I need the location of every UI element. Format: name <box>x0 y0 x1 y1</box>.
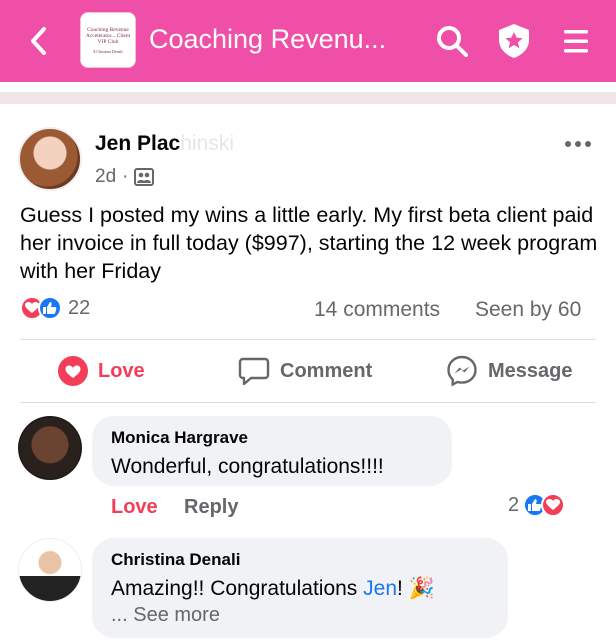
comment-bubble[interactable]: Christina Denali Amazing!! Congratulatio… <box>92 538 508 638</box>
post-time[interactable]: 2d <box>95 166 116 188</box>
menu-icon <box>564 30 588 53</box>
group-title[interactable]: Coaching Revenu... <box>149 24 386 55</box>
top-bar: Coaching Revenue Accelerator... Client V… <box>0 0 616 82</box>
actions-bottom-divider <box>20 402 596 403</box>
comment-text: Wonderful, congratulations!!!! <box>111 455 384 478</box>
messenger-icon <box>447 355 477 387</box>
more-dots-icon <box>565 141 591 147</box>
post-meta: 2d · <box>95 166 155 188</box>
like-reaction-icon <box>38 296 62 320</box>
post-reactions[interactable]: 22 <box>20 296 90 320</box>
more-options-button[interactable] <box>563 128 597 156</box>
comment-love-button[interactable]: Love <box>111 496 158 519</box>
actions-top-divider <box>20 339 596 340</box>
group-thumbnail[interactable]: Coaching Revenue Accelerator... Client V… <box>80 12 136 68</box>
author-avatar[interactable] <box>18 127 82 191</box>
commenter-name[interactable]: Monica Hargrave <box>111 428 248 448</box>
comment-button[interactable]: Comment <box>238 354 372 388</box>
commenter-name[interactable]: Christina Denali <box>111 550 240 570</box>
reaction-count: 22 <box>68 296 91 319</box>
heart-filled-icon <box>58 356 88 386</box>
mention-link[interactable]: Jen <box>363 577 397 600</box>
comment-bubble[interactable]: Monica Hargrave Wonderful, congratulatio… <box>92 416 452 486</box>
comment-reply-button[interactable]: Reply <box>184 496 238 519</box>
author-name-faded: hinski <box>180 132 234 155</box>
back-button[interactable] <box>24 25 52 57</box>
comment-text: Amazing!! Congratulations Jen! 🎉 <box>111 575 435 603</box>
group-audience-icon <box>134 168 155 186</box>
group-thumbnail-title: Coaching Revenue Accelerator... Client V… <box>85 26 131 45</box>
comment-bubble-icon <box>238 357 270 386</box>
author-name: Jen Plac <box>95 132 181 155</box>
see-more-link[interactable]: ... See more <box>111 604 220 627</box>
search-button[interactable] <box>434 23 470 59</box>
search-icon <box>437 26 468 57</box>
menu-button[interactable] <box>558 23 594 59</box>
group-thumbnail-owner: $ Christina Denali <box>93 48 123 54</box>
chevron-left-icon <box>31 27 46 55</box>
comment-text-start: Amazing!! Congratulations <box>111 577 364 600</box>
love-button[interactable]: Love <box>58 354 145 388</box>
commenter-avatar[interactable] <box>18 416 82 480</box>
section-divider <box>0 92 616 104</box>
comment-label: Comment <box>280 359 373 382</box>
shield-star-icon <box>499 24 529 58</box>
meta-separator: · <box>122 166 129 187</box>
comment-count[interactable]: 14 comments <box>314 298 440 322</box>
comment-text-end: ! 🎉 <box>397 577 435 600</box>
comment-reactions[interactable]: 2 <box>508 493 566 517</box>
message-label: Message <box>488 359 573 382</box>
message-button[interactable]: Message <box>446 354 573 388</box>
admin-shield-button[interactable] <box>496 23 532 59</box>
seen-by-count[interactable]: Seen by 60 <box>475 298 581 322</box>
post-text: Guess I posted my wins a little early. M… <box>20 203 598 283</box>
comment-reaction-count: 2 <box>508 493 520 516</box>
commenter-avatar[interactable] <box>18 538 82 602</box>
heart-reaction-icon <box>541 493 566 517</box>
love-label: Love <box>98 359 145 382</box>
post-author[interactable]: Jen Plachinski <box>95 132 234 156</box>
